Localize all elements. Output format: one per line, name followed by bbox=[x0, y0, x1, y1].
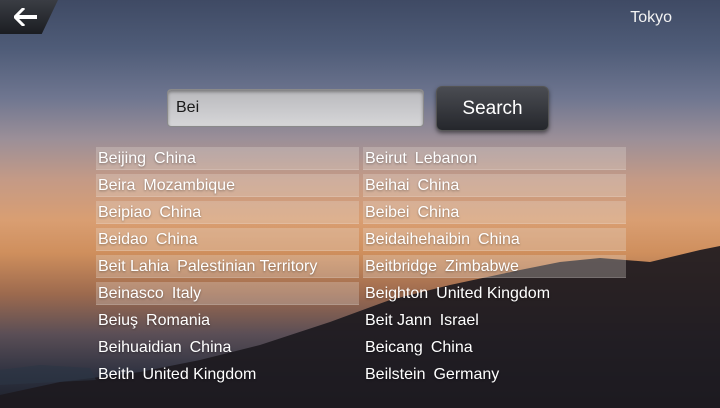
result-country: China bbox=[154, 150, 196, 167]
result-city: Beibei bbox=[365, 204, 410, 221]
result-country: China bbox=[159, 204, 202, 221]
result-country: Zimbabwe bbox=[445, 258, 519, 275]
result-city: Beit Lahia bbox=[98, 258, 170, 275]
result-country: China bbox=[477, 231, 520, 248]
results-list: Beijing China Beirut Lebanon Beira Mozambiq… bbox=[96, 147, 626, 386]
result-country: China bbox=[430, 339, 473, 356]
result-item[interactable]: Beinasco Italy bbox=[96, 282, 359, 305]
result-city: Beith bbox=[98, 366, 135, 383]
result-item[interactable]: Beicang China bbox=[363, 336, 626, 359]
result-country: Lebanon bbox=[414, 150, 478, 167]
result-item[interactable]: Beit Jann Israel bbox=[363, 309, 626, 332]
result-item[interactable]: Beit Lahia Palestinian Territory bbox=[96, 255, 359, 278]
result-city: Beilstein bbox=[365, 366, 426, 383]
result-item[interactable]: Beipiao China bbox=[96, 201, 359, 224]
result-item[interactable]: Beilstein Germany bbox=[363, 363, 626, 386]
result-item[interactable]: Beihai China bbox=[363, 174, 626, 197]
current-location: Tokyo bbox=[630, 9, 672, 26]
result-city: Beitbridge bbox=[365, 258, 438, 275]
result-country: China bbox=[189, 339, 232, 356]
result-country: United Kingdom bbox=[436, 285, 551, 302]
result-country: Mozambique bbox=[143, 177, 235, 194]
result-item[interactable]: Beidaihehaibin China bbox=[363, 228, 626, 251]
result-city: Beinasco bbox=[98, 285, 164, 302]
result-country: China bbox=[155, 231, 198, 248]
search-input[interactable] bbox=[167, 89, 424, 127]
arrow-left-icon bbox=[14, 8, 38, 26]
result-city: Beirut bbox=[365, 150, 407, 167]
result-item[interactable]: Beighton United Kingdom bbox=[363, 282, 626, 305]
result-country: Israel bbox=[439, 312, 479, 329]
result-item[interactable]: Beirut Lebanon bbox=[363, 147, 626, 170]
result-country: Italy bbox=[171, 285, 202, 302]
result-city: Beidaihehaibin bbox=[365, 231, 470, 248]
result-city: Beipiao bbox=[98, 204, 152, 221]
result-item[interactable]: Beijing China bbox=[96, 147, 359, 170]
result-country: Palestinian Territory bbox=[177, 258, 318, 275]
search-button[interactable]: Search bbox=[436, 86, 549, 131]
result-item[interactable]: Beira Mozambique bbox=[96, 174, 359, 197]
result-city: Beira bbox=[98, 177, 136, 194]
result-item[interactable]: Beitbridge Zimbabwe bbox=[363, 255, 626, 278]
result-item[interactable]: Beidao China bbox=[96, 228, 359, 251]
result-country: United Kingdom bbox=[142, 366, 257, 383]
result-city: Beiuş bbox=[98, 312, 139, 329]
result-city: Beit Jann bbox=[365, 312, 432, 329]
result-country: China bbox=[417, 204, 460, 221]
result-city: Beidao bbox=[98, 231, 148, 248]
result-item[interactable]: Beiuş Romania bbox=[96, 309, 359, 332]
result-city: Beihai bbox=[365, 177, 410, 194]
result-city: Beicang bbox=[365, 339, 423, 356]
result-city: Beihuaidian bbox=[98, 339, 182, 356]
result-country: Germany bbox=[433, 366, 500, 383]
result-country: China bbox=[417, 177, 460, 194]
result-item[interactable]: Beihuaidian China bbox=[96, 336, 359, 359]
result-country: Romania bbox=[146, 312, 211, 329]
result-item[interactable]: Beith United Kingdom bbox=[96, 363, 359, 386]
result-city: Beighton bbox=[365, 285, 429, 302]
result-item[interactable]: Beibei China bbox=[363, 201, 626, 224]
result-city: Beijing bbox=[98, 150, 147, 167]
